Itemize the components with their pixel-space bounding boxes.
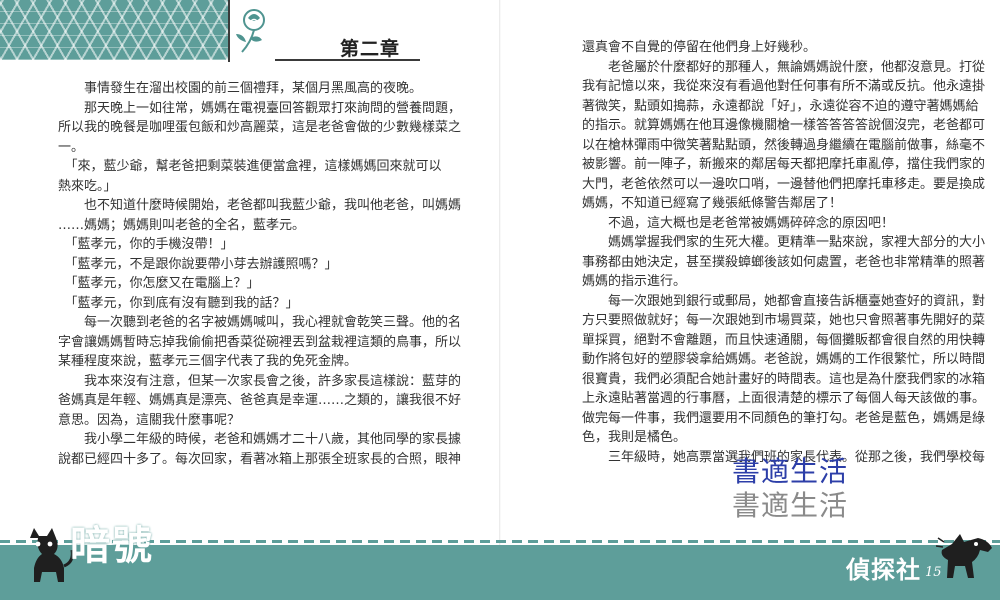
book-spread: 第二章 事情發生在溜出校園的前三個禮拜，某個月黑風高的夜晚。 那天晚上一如往常，… bbox=[0, 0, 1000, 600]
paragraph-line: 著微笑，點頭如搗蒜，永遠都說「好」，永遠從容不迫的遵守著媽媽給 bbox=[582, 98, 979, 114]
series-title-left: 暗號 bbox=[70, 523, 154, 569]
watermark-gray: 書適生活 bbox=[732, 489, 849, 522]
paragraph-line: 做完每一件事，我們還要用不同顏色的筆打勾。老爸是藍色，媽媽是綠 bbox=[582, 410, 986, 426]
paragraph-line: 事情發生在溜出校園的前三個禮拜，某個月黑風高的夜晚。 bbox=[58, 81, 423, 96]
paragraph-line: 事務都由她決定，甚至撲殺蟑螂後該如何處置，老爸也非常精準的照著 bbox=[582, 254, 986, 270]
header-divider bbox=[228, 0, 230, 62]
paragraph-line: 每一次跟她到銀行或郵局，她都會直接告訴櫃臺她查好的資訊，對 bbox=[582, 293, 986, 309]
paragraph-line: 大門，老爸依然可以一邊吹口哨，一邊替他們把摩托車移走。要是換成 bbox=[582, 176, 986, 192]
paragraph-line: 被影響。前一陣子，新搬來的鄰居每天都把摩托車亂停，擋住我們家的 bbox=[582, 157, 986, 172]
paragraph-line: 不過，這大概也是老爸常被媽媽碎碎念的原因吧！ bbox=[582, 215, 895, 231]
paragraph-line: 單採買，絕對不會離題，而且快速通關，每個攤販都會很自然的用快轉 bbox=[582, 332, 986, 348]
paragraph-line: 意思。因為，這關我什麼事呢？ bbox=[58, 412, 241, 428]
paragraph-line: 媽媽的指示進行。 bbox=[582, 274, 687, 289]
rose-icon bbox=[232, 0, 272, 60]
paragraph-line: 上永遠貼著當週的行事曆，上面很清楚的標示了每個人每天該做的事。 bbox=[582, 391, 986, 406]
paragraph-line: 動作將包好的塑膠袋拿給媽媽。老爸說，媽媽的工作很繁忙，所以時間 bbox=[582, 352, 986, 367]
chapter-title: 第二章 bbox=[340, 38, 401, 60]
paragraph-line: 媽媽掌握我們家的生死大權。更精準一點來說，家裡大部分的大小 bbox=[582, 235, 986, 250]
dialogue-line: 「藍孝元，你怎麼又在電腦上？」 bbox=[58, 276, 260, 291]
paragraph-line: 說都已經四十多了。每次回家，看著冰箱上那張全班家長的合照，眼神 bbox=[58, 451, 462, 467]
paragraph-line: 每一次聽到老爸的名字被媽媽喊叫，我心裡就會乾笑三聲。他的名 bbox=[58, 315, 462, 330]
paragraph-line: 所以我的晚餐是咖哩蛋包飯和炒高麗菜，這是老爸會做的少數幾樣菜之 bbox=[58, 120, 462, 135]
paragraph-line: 某種程度來說，藍孝元三個字代表了我的免死金牌。 bbox=[58, 354, 358, 369]
paragraph-line: 爸媽真是年輕、媽媽真是漂亮、爸爸真是幸運……之類的，讓我很不好 bbox=[58, 393, 462, 408]
paragraph-line: 「來，藍少爺，幫老爸把剩菜裝進便當盒裡，這樣媽媽回來就可以 bbox=[58, 159, 442, 174]
page-number: 15 bbox=[925, 565, 942, 580]
paragraph-line: 的指示。就算媽媽在他耳邊像機關槍一樣答答答答說個沒完，老爸都可 bbox=[582, 118, 986, 133]
left-page-text: 事情發生在溜出校園的前三個禮拜，某個月黑風高的夜晚。 那天晚上一如往常，媽媽在電… bbox=[58, 79, 462, 469]
paragraph-line: 還真會不自覺的停留在他們身上好幾秒。 bbox=[582, 40, 817, 55]
paragraph-line: 字會讓媽媽暫時忘掉我偷偷把香菜從碗裡丟到盆栽裡這類的鳥事，所以 bbox=[58, 334, 462, 350]
dog-icon bbox=[935, 528, 1000, 588]
paragraph-line: 熱來吃。」 bbox=[58, 178, 117, 194]
paragraph-line: ……媽媽；媽媽則叫老爸的全名，藍孝元。 bbox=[58, 217, 306, 233]
paragraph-line: 我小學二年級的時候，老爸和媽媽才二十八歲，其他同學的家長據 bbox=[58, 432, 462, 447]
header-pattern bbox=[0, 0, 228, 60]
right-page-text: 還真會不自覺的停留在他們身上好幾秒。 老爸屬於什麼都好的那種人，無論媽媽說什麼，… bbox=[582, 38, 986, 467]
series-title-right: 偵探社 bbox=[846, 556, 921, 584]
paragraph-line: 很寶貴，我們必須配合她計畫好的時間表。這也是為什麼我們家的冰箱 bbox=[582, 371, 986, 387]
cat-icon bbox=[20, 526, 76, 584]
paragraph-line: 媽媽，不知道已經寫了幾張紙條警告鄰居了！ bbox=[582, 196, 843, 211]
paragraph-line: 我本來沒有注意，但某一次家長會之後，許多家長這樣說：藍芽的 bbox=[58, 373, 462, 389]
paragraph-line: 方只要照做就好；每一次跟她到市場買菜，她也只會照著事先開好的菜 bbox=[582, 313, 986, 328]
paragraph-line: 以在槍林彈雨中微笑著點點頭，然後轉過身繼續在電腦前做事，絲毫不 bbox=[582, 137, 986, 153]
paragraph-line: 一。 bbox=[58, 139, 85, 155]
paragraph-line: 那天晚上一如往常，媽媽在電視臺回答觀眾打來詢問的營養問題， bbox=[58, 100, 462, 116]
paragraph-line: 也不知道什麼時候開始，老爸都叫我藍少爺，我叫他老爸，叫媽媽 bbox=[58, 198, 462, 213]
dialogue-line: 「藍孝元，不是跟你說要帶小芽去辦護照嗎？」 bbox=[58, 256, 338, 272]
paragraph-line: 色，我則是橘色。 bbox=[582, 430, 687, 445]
paragraph-line: 老爸屬於什麼都好的那種人，無論媽媽說什麼，他都沒意見。打從 bbox=[582, 59, 986, 75]
paragraph-line: 我有記憶以來，我從來沒有看過他對任何事有所不滿或反抗。他永遠掛 bbox=[582, 79, 986, 94]
page-gutter bbox=[499, 0, 501, 545]
dialogue-line: 「藍孝元，你到底有沒有聽到我的話？」 bbox=[58, 295, 299, 311]
dialogue-line: 「藍孝元，你的手機沒帶！」 bbox=[58, 237, 234, 252]
